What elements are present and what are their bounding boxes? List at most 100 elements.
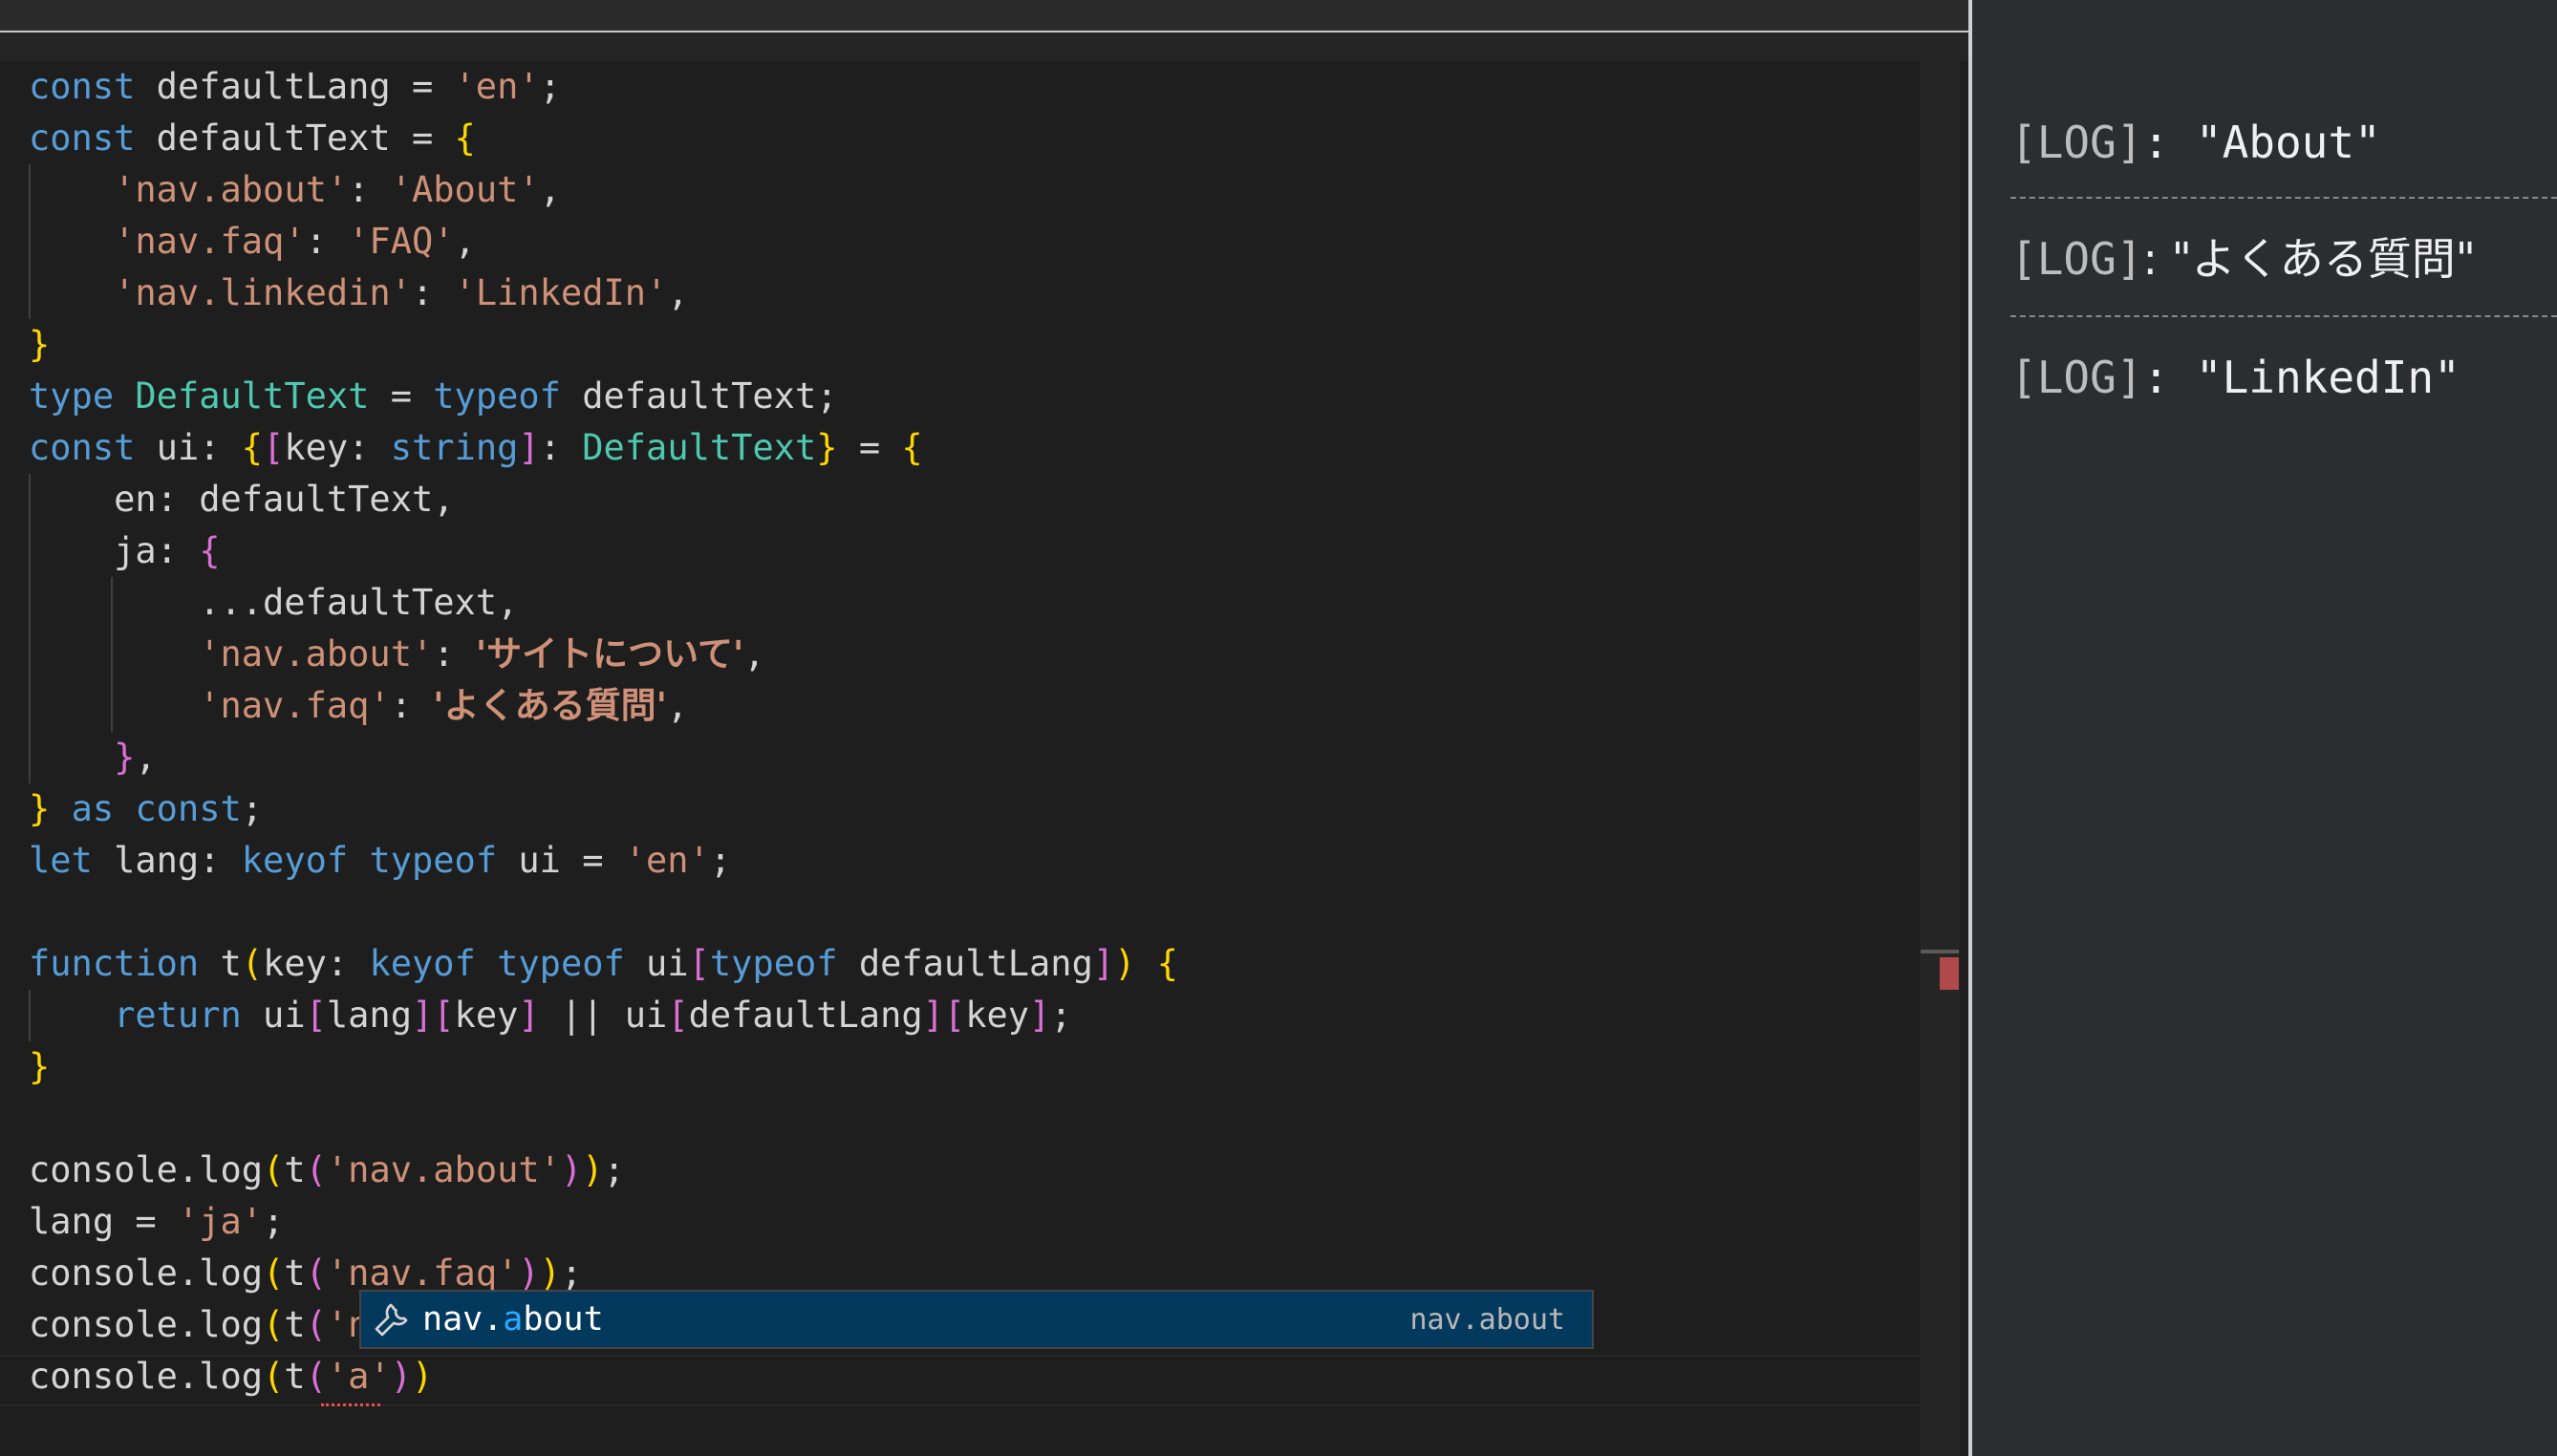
code-token: console.log <box>29 1149 264 1190</box>
code-token: en: defaultText, <box>29 479 455 520</box>
code-token: 'nav.faq' <box>326 1253 519 1294</box>
log-tag: [LOG] <box>2010 117 2143 168</box>
code-token: const <box>29 427 136 468</box>
code-token: ) <box>582 1149 604 1190</box>
code-token: { <box>1156 943 1178 984</box>
code-token: ...defaultText, <box>29 582 519 623</box>
code-line[interactable]: 'nav.faq': 'よくある質問', <box>29 680 1921 732</box>
code-line[interactable]: }, <box>29 732 1921 783</box>
code-line[interactable]: type DefaultText = typeof defaultText; <box>29 371 1921 422</box>
code-token: = <box>369 375 434 417</box>
code-token: } <box>816 427 838 468</box>
code-token: 'nav.about' <box>326 1149 561 1190</box>
log-tag: [LOG] <box>2010 352 2143 403</box>
code-token: ( <box>305 1356 327 1397</box>
scrollbar-cursor-marker <box>1921 950 1959 953</box>
code-token: keyof <box>369 943 476 984</box>
code-token: ] <box>922 995 944 1036</box>
code-line[interactable]: 'nav.about': 'サイトについて', <box>29 629 1921 680</box>
code-line[interactable] <box>29 1093 1921 1145</box>
code-line[interactable]: return ui[lang][key] || ui[defaultLang][… <box>29 990 1921 1041</box>
code-line[interactable] <box>29 887 1921 938</box>
code-token: : <box>539 427 583 468</box>
error-squiggle <box>321 1398 380 1406</box>
code-token: } <box>29 1046 51 1087</box>
code-token: console.log <box>29 1356 264 1397</box>
code-token: [ <box>263 427 285 468</box>
code-token: 'サイトについて' <box>475 633 744 674</box>
suggestion-label-rest: bout <box>523 1300 604 1338</box>
code-token: return <box>114 995 242 1036</box>
code-line[interactable]: } as const; <box>29 783 1921 835</box>
code-line[interactable]: const defaultText = { <box>29 113 1921 164</box>
code-token: defaultLang <box>837 943 1093 984</box>
code-token: 'nav.about' <box>114 169 349 210</box>
code-token: , <box>454 221 476 262</box>
code-token: ) <box>539 1253 561 1294</box>
code-line[interactable]: function t(key: keyof typeof ui[typeof d… <box>29 938 1921 990</box>
log-tag: [LOG] <box>2010 233 2143 285</box>
autocomplete-suggestion[interactable]: nav.about nav.about <box>359 1290 1594 1349</box>
code-token: lang: <box>92 840 242 881</box>
suggestion-detail: nav.about <box>1409 1302 1565 1337</box>
code-token: key <box>965 995 1030 1036</box>
log-entry: [LOG]: "よくある質問" <box>2010 206 2557 311</box>
code-token: , <box>135 737 157 778</box>
code-token: const <box>29 118 136 159</box>
code-lines[interactable]: const defaultLang = 'en'; const defaultTe… <box>29 61 1921 1402</box>
code-line[interactable]: en: defaultText, <box>29 474 1921 525</box>
code-token: 'ja' <box>177 1201 264 1242</box>
code-token: ) <box>560 1149 583 1190</box>
code-token: t <box>284 1253 306 1294</box>
code-token: defaultLang = <box>135 66 455 107</box>
log-text: : "よくある質問" <box>2142 233 2476 285</box>
code-line[interactable]: const defaultLang = 'en'; <box>29 61 1921 113</box>
code-token: : <box>411 272 455 313</box>
code-token: ; <box>263 1201 285 1242</box>
code-line[interactable]: console.log(t('a')) <box>29 1351 1921 1402</box>
code-token: ] <box>518 995 540 1036</box>
code-line[interactable]: 'nav.faq': 'FAQ', <box>29 216 1921 268</box>
code-line[interactable]: lang = 'ja'; <box>29 1196 1921 1248</box>
code-line[interactable]: 'nav.about': 'About', <box>29 164 1921 216</box>
code-token: console.log <box>29 1253 264 1294</box>
code-token: 'en' <box>454 66 540 107</box>
code-token: : <box>348 169 391 210</box>
code-token: const <box>135 788 242 829</box>
code-line[interactable]: } <box>29 1041 1921 1093</box>
code-token: typeof <box>497 943 625 984</box>
code-line[interactable]: } <box>29 319 1921 371</box>
code-token: DefaultText <box>582 427 817 468</box>
code-editor[interactable]: const defaultLang = 'en'; const defaultTe… <box>0 0 1968 1456</box>
code-line[interactable]: let lang: keyof typeof ui = 'en'; <box>29 835 1921 887</box>
log-text: : "LinkedIn" <box>2142 352 2460 403</box>
code-token: [ <box>667 995 689 1036</box>
editor-scrollbar[interactable] <box>1921 61 1960 1456</box>
code-line[interactable]: console.log(t('nav.about')); <box>29 1145 1921 1196</box>
code-line[interactable]: 'nav.linkedin': 'LinkedIn', <box>29 268 1921 319</box>
code-line[interactable]: ja: { <box>29 525 1921 577</box>
code-token: t <box>284 1149 306 1190</box>
code-line[interactable]: ...defaultText, <box>29 577 1921 629</box>
suggestion-label-prefix: nav. <box>422 1300 504 1338</box>
code-line[interactable]: const ui: {[key: string]: DefaultText} =… <box>29 422 1921 474</box>
code-token: 'About' <box>390 169 540 210</box>
code-token: ] <box>518 427 540 468</box>
code-token: ( <box>263 1356 285 1397</box>
log-text: : "About" <box>2142 117 2381 168</box>
code-token: ; <box>709 840 732 881</box>
code-token: ( <box>263 1304 285 1345</box>
code-token: } <box>29 324 51 365</box>
code-token: 'a' <box>326 1356 391 1397</box>
code-token: keyof <box>241 840 349 881</box>
code-token: ; <box>1050 995 1072 1036</box>
code-token: ; <box>603 1149 625 1190</box>
code-token: ( <box>305 1304 327 1345</box>
editor-tab-bar <box>0 0 1968 32</box>
